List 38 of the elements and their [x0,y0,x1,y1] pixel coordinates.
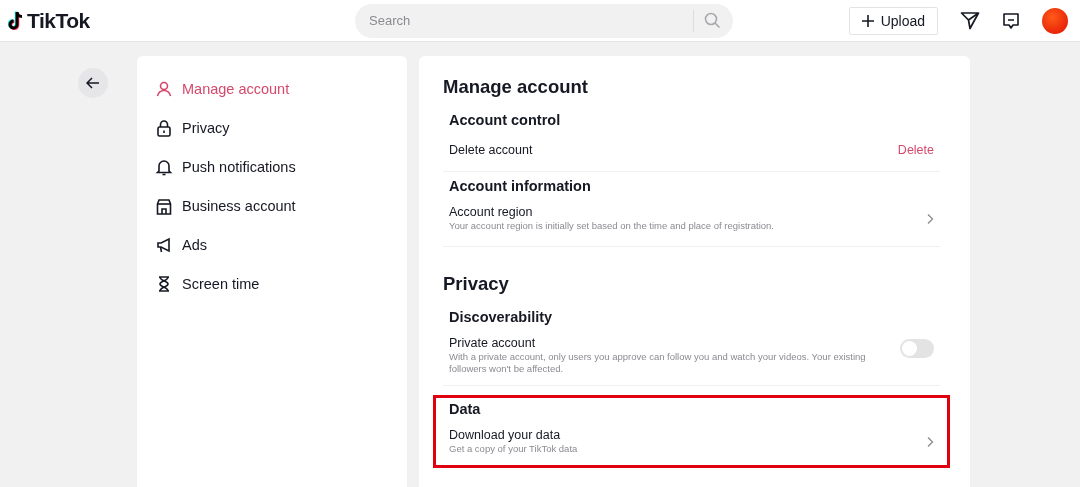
group-heading: Discoverability [449,309,554,325]
setting-description: With a private account, only users you approve can follow you and watch your videos. Your existing followers won't be affected. [449,351,867,375]
logo-text: TikTok [27,8,90,33]
sidebar-item[interactable]: Ads [155,230,407,260]
menu-item-icon [155,158,173,176]
menu-item-icon [155,119,173,137]
section-title: Manage account [443,76,589,98]
setting-description: Your account region is initially set based on the time and place of registration. [449,220,774,232]
plus-icon [861,14,874,27]
avatar[interactable] [1042,7,1068,34]
search-field[interactable]: Search [367,12,683,29]
sidebar-item[interactable]: Push notifications [155,152,407,182]
setting-description: Get a copy of your TikTok data [449,443,578,455]
menu-item-icon [155,197,173,215]
chevron-right-icon[interactable] [926,435,934,448]
group-heading: Data [449,401,482,417]
menu-item-icon [155,236,173,254]
sidebar-item[interactable]: Business account [155,191,407,221]
delete-link[interactable]: Delete [897,143,934,157]
setting-label: Delete account [449,143,533,157]
setting-label: Download your data [449,428,562,442]
upload-button[interactable]: Upload [848,6,938,35]
menu-item-icon [155,80,173,98]
sidebar-item[interactable]: Screen time [155,269,407,299]
sidebar-item[interactable]: Manage account [155,74,407,104]
section-title: Privacy [443,273,510,295]
back-arrow-icon [86,77,100,89]
setting-label: Account region [449,205,534,219]
search-bar[interactable]: Search [355,3,733,38]
back-button[interactable] [78,68,108,98]
chevron-right-icon[interactable] [926,212,934,225]
group-heading: Account information [449,178,592,194]
send-icon[interactable] [960,11,980,30]
toggle-switch[interactable] [900,339,934,358]
message-icon[interactable] [1002,11,1020,30]
group-heading: Account control [449,112,562,128]
sidebar-item[interactable]: Privacy [155,113,407,143]
setting-label: Private account [449,336,537,350]
